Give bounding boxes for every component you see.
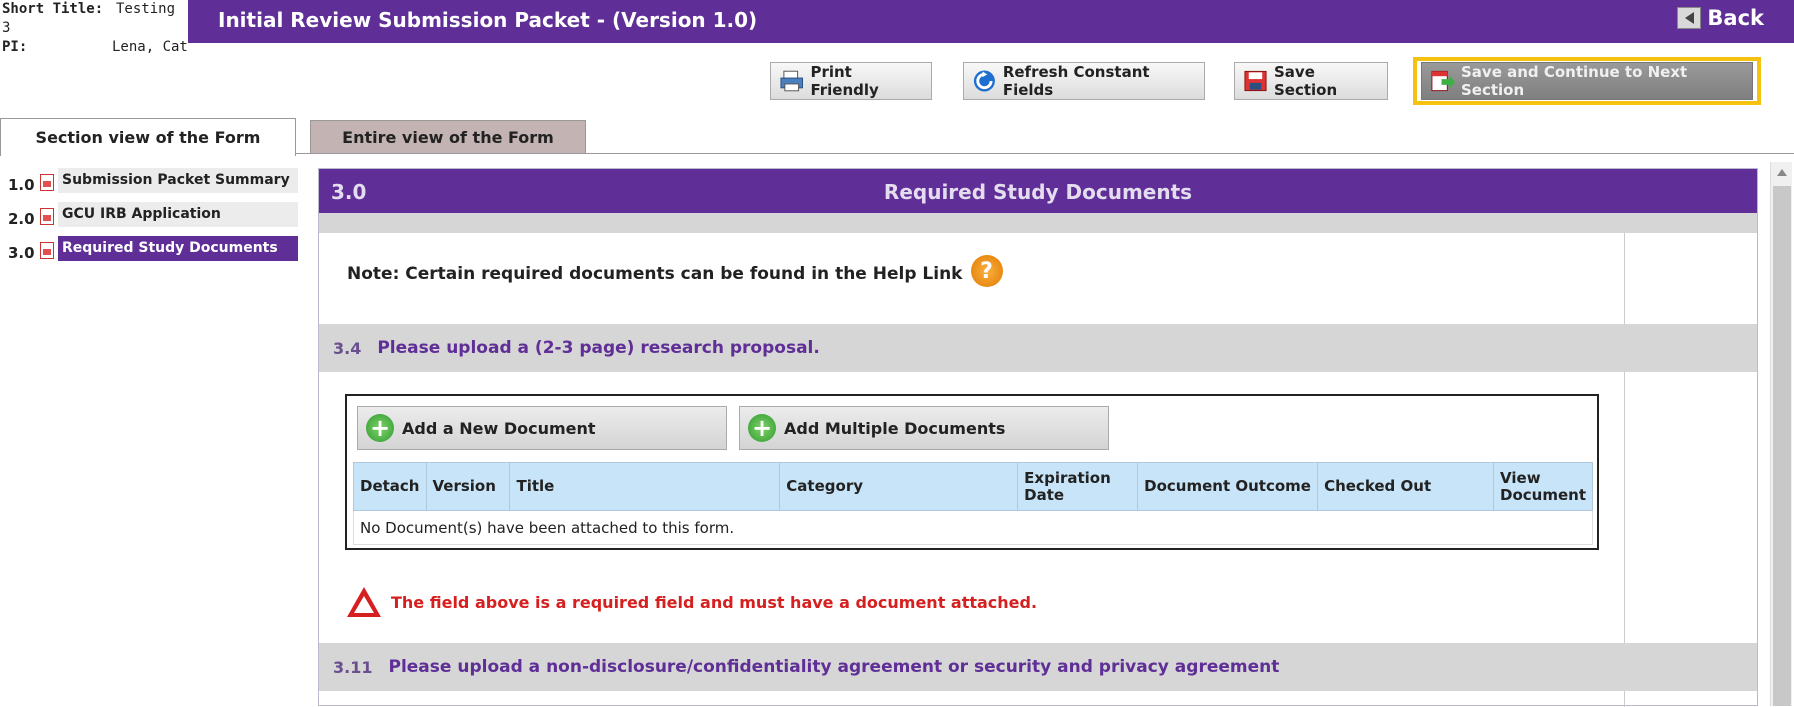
required-warning-text: The field above is a required field and … [391, 592, 1038, 612]
nav-item-number: 3.0 [8, 244, 35, 262]
section-header: 3.0 Required Study Documents [319, 169, 1757, 213]
pi-label: PI: [2, 39, 28, 55]
required-warning: The field above is a required field and … [347, 587, 1037, 617]
section-nav: 1.0 Submission Packet Summary 2.0 GCU IR… [8, 168, 298, 270]
question-row-3-11: 3.11 Please upload a non-disclosure/conf… [319, 643, 1757, 691]
col-version: Version [425, 462, 511, 511]
page-title: Initial Review Submission Packet - (Vers… [218, 8, 758, 32]
refresh-constant-fields-button[interactable]: Refresh Constant Fields [963, 62, 1205, 100]
study-meta: Short Title: Testing 3 PI: Lena, Cat [0, 0, 188, 55]
help-icon[interactable]: ? [970, 255, 1003, 287]
refresh-label: Refresh Constant Fields [1002, 63, 1150, 99]
pdf-icon [40, 242, 54, 259]
add-icon: + [366, 414, 394, 442]
print-friendly-button[interactable]: Print Friendly [770, 62, 932, 100]
nav-item-label: GCU IRB Application [58, 202, 298, 227]
printer-icon [780, 70, 803, 92]
section-title: Required Study Documents [883, 180, 1193, 204]
title-bar: Initial Review Submission Packet - (Vers… [188, 0, 1794, 43]
empty-message: No Document(s) have been attached to thi… [353, 510, 1593, 545]
tab-divider [296, 153, 1794, 154]
nav-item-label: Submission Packet Summary [58, 168, 298, 193]
tab-section-view[interactable]: Section view of the Form [0, 118, 296, 156]
col-title: Title [509, 462, 781, 511]
add-multiple-documents-label: Add Multiple Documents [784, 418, 1006, 438]
col-view-document: View Document [1493, 462, 1593, 511]
back-button[interactable]: Back [1677, 6, 1764, 30]
save-section-button[interactable]: Save Section [1234, 62, 1388, 100]
question-row-3-4: 3.4 Please upload a (2-3 page) research … [319, 324, 1757, 372]
col-document-outcome: Document Outcome [1137, 462, 1319, 511]
question-text: Please upload a (2-3 page) research prop… [377, 338, 820, 358]
pdf-icon [40, 208, 54, 225]
add-new-document-label: Add a New Document [402, 418, 596, 438]
table-row: No Document(s) have been attached to thi… [353, 510, 1593, 545]
nav-item-submission-packet-summary[interactable]: 1.0 Submission Packet Summary [8, 168, 298, 194]
top-bar: Short Title: Testing 3 PI: Lena, Cat Initi… [0, 0, 1794, 55]
print-friendly-label: Print Friendly [810, 63, 879, 99]
help-note-text: Note: Certain required documents can be … [347, 264, 963, 284]
col-checked-out: Checked Out [1317, 462, 1495, 511]
refresh-icon [973, 70, 995, 92]
vertical-scrollbar[interactable] [1770, 162, 1792, 706]
scroll-up-icon[interactable] [1771, 162, 1793, 182]
col-expiration-date: Expiration Date [1017, 462, 1139, 511]
col-category: Category [779, 462, 1019, 511]
col-detach: Detach [353, 462, 427, 511]
table-header-row: Detach Version Title Category Expiration… [353, 462, 1593, 511]
help-note: Note: Certain required documents can be … [347, 255, 1003, 287]
back-label: Back [1707, 6, 1764, 30]
question-number: 3.4 [333, 338, 362, 358]
section-panel: 3.0 Required Study Documents Note: Certa… [318, 168, 1758, 707]
short-title-label: Short Title: [2, 1, 104, 17]
back-arrow-icon [1677, 7, 1702, 29]
pi-value: Lena, Cat [112, 39, 188, 55]
documents-table: Detach Version Title Category Expiration… [353, 462, 1593, 545]
add-multiple-icon: + [748, 414, 776, 442]
add-multiple-documents-button[interactable]: + Add Multiple Documents [739, 406, 1109, 450]
warning-icon [347, 587, 381, 617]
pdf-icon [40, 174, 54, 191]
nav-item-number: 1.0 [8, 176, 35, 194]
question-text: Please upload a non-disclosure/confident… [388, 657, 1280, 677]
save-disk-icon [1244, 70, 1267, 92]
nav-item-gcu-irb-application[interactable]: 2.0 GCU IRB Application [8, 202, 298, 228]
scroll-thumb[interactable] [1773, 186, 1791, 706]
column-divider [1624, 233, 1625, 707]
save-section-label: Save Section [1273, 63, 1338, 99]
document-box: + Add a New Document + Add Multiple Docu… [345, 394, 1599, 550]
tab-entire-view[interactable]: Entire view of the Form [310, 120, 586, 154]
nav-item-required-study-documents[interactable]: 3.0 Required Study Documents [8, 236, 298, 262]
add-new-document-button[interactable]: + Add a New Document [357, 406, 727, 450]
nav-item-label: Required Study Documents [58, 236, 298, 261]
highlight-frame [1413, 57, 1761, 105]
nav-item-number: 2.0 [8, 210, 35, 228]
section-strip [319, 213, 1757, 233]
question-number: 3.11 [333, 657, 373, 677]
